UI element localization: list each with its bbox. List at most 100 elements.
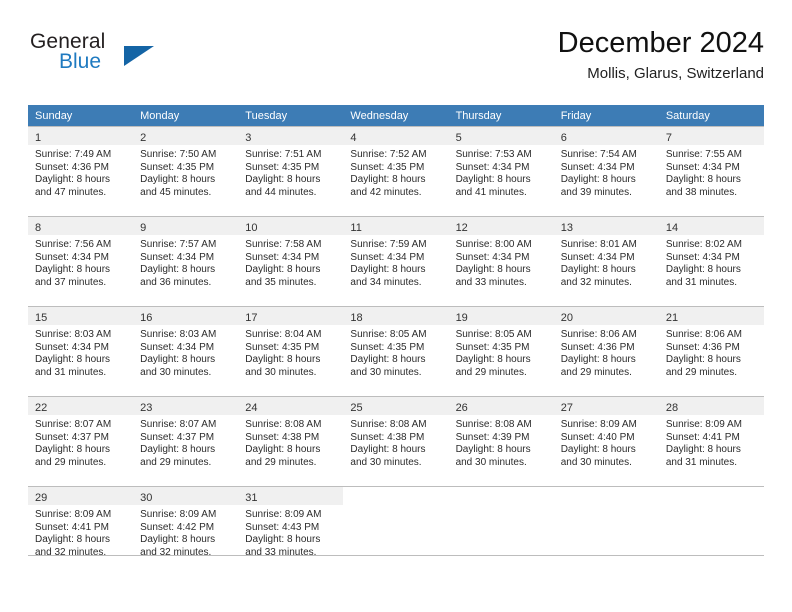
calendar-cell[interactable]: 25 Sunrise: 8:08 AM Sunset: 4:38 PM Dayligh… <box>343 396 449 486</box>
daylight-text-line2: and 41 minutes. <box>455 186 527 198</box>
calendar-cell[interactable]: 17 Sunrise: 8:04 AM Sunset: 4:35 PM Dayligh… <box>238 306 344 396</box>
day-details: Sunrise: 8:03 AM Sunset: 4:34 PM Daylight:… <box>133 325 238 379</box>
daylight-text-line1: Daylight: 8 hours <box>560 354 636 366</box>
day-details: Sunrise: 7:49 AM Sunset: 4:36 PM Daylight:… <box>28 145 133 199</box>
sunset-text: Sunset: 4:36 PM <box>665 341 740 353</box>
day-details: Sunrise: 7:55 AM Sunset: 4:34 PM Daylight:… <box>659 145 764 199</box>
day-number: 10 <box>245 222 258 234</box>
daylight-text-line1: Daylight: 8 hours <box>35 444 111 456</box>
calendar-cell[interactable]: 6 Sunrise: 7:54 AM Sunset: 4:34 PM Daylight… <box>553 126 659 216</box>
calendar-cell[interactable]: 15 Sunrise: 8:03 AM Sunset: 4:34 PM Dayligh… <box>28 306 134 396</box>
generalblue-logo[interactable]: General Blue <box>30 30 170 86</box>
daylight-text-line2: and 30 minutes. <box>140 366 212 378</box>
sunset-text: Sunset: 4:34 PM <box>140 341 215 353</box>
daylight-text-line2: and 33 minutes. <box>245 546 317 558</box>
daylight-text-line1: Daylight: 8 hours <box>35 174 111 186</box>
daylight-text-line2: and 29 minutes. <box>560 366 632 378</box>
daylight-text-line2: and 39 minutes. <box>560 186 632 198</box>
sunrise-text: Sunrise: 8:05 AM <box>350 329 427 340</box>
calendar-cell[interactable]: 21 Sunrise: 8:06 AM Sunset: 4:36 PM Dayligh… <box>658 306 764 396</box>
daylight-text-line1: Daylight: 8 hours <box>245 444 321 456</box>
day-number: 24 <box>245 402 258 414</box>
calendar-cell[interactable]: 31 Sunrise: 8:09 AM Sunset: 4:43 PM Dayligh… <box>238 486 344 576</box>
weekday-header-monday: Monday <box>133 105 239 126</box>
page-title: December 2024 <box>557 27 764 59</box>
day-number: 27 <box>560 402 573 414</box>
calendar-cell[interactable]: 30 Sunrise: 8:09 AM Sunset: 4:42 PM Dayligh… <box>133 486 239 576</box>
calendar-cell[interactable]: 28 Sunrise: 8:09 AM Sunset: 4:41 PM Dayligh… <box>658 396 764 486</box>
calendar-cell[interactable]: 29 Sunrise: 8:09 AM Sunset: 4:41 PM Dayligh… <box>28 486 134 576</box>
calendar-cell[interactable]: 7 Sunrise: 7:55 AM Sunset: 4:34 PM Daylight… <box>658 126 764 216</box>
day-number: 17 <box>245 312 258 324</box>
sunrise-text: Sunrise: 7:54 AM <box>560 149 637 160</box>
day-details: Sunrise: 7:52 AM Sunset: 4:35 PM Daylight:… <box>343 145 448 199</box>
page-subtitle: Mollis, Glarus, Switzerland <box>587 65 764 82</box>
calendar-cell[interactable]: 10 Sunrise: 7:58 AM Sunset: 4:34 PM Dayligh… <box>238 216 344 306</box>
daylight-text-line2: and 29 minutes. <box>140 456 212 468</box>
sunset-text: Sunset: 4:35 PM <box>140 161 215 173</box>
daylight-text-line1: Daylight: 8 hours <box>140 534 216 546</box>
daylight-text-line2: and 29 minutes. <box>35 456 107 468</box>
daylight-text-line1: Daylight: 8 hours <box>35 534 111 546</box>
weekday-header-thursday: Thursday <box>448 105 554 126</box>
daylight-text-line2: and 45 minutes. <box>140 186 212 198</box>
calendar-cell[interactable]: 2 Sunrise: 7:50 AM Sunset: 4:35 PM Daylight… <box>133 126 239 216</box>
sunrise-text: Sunrise: 8:08 AM <box>245 419 322 430</box>
calendar-cell[interactable]: 18 Sunrise: 8:05 AM Sunset: 4:35 PM Dayligh… <box>343 306 449 396</box>
sunset-text: Sunset: 4:34 PM <box>35 251 109 263</box>
day-number: 28 <box>665 402 679 414</box>
daylight-text-line1: Daylight: 8 hours <box>140 444 216 456</box>
day-details: Sunrise: 7:53 AM Sunset: 4:34 PM Daylight:… <box>449 145 554 199</box>
daylight-text-line1: Daylight: 8 hours <box>140 264 216 276</box>
calendar-page: General Blue December 2024 Mollis, Glaru… <box>0 0 792 612</box>
calendar-cell[interactable]: 9 Sunrise: 7:57 AM Sunset: 4:34 PM Daylight… <box>133 216 239 306</box>
calendar-cell[interactable]: 23 Sunrise: 8:07 AM Sunset: 4:37 PM Dayligh… <box>133 396 239 486</box>
daylight-text-line1: Daylight: 8 hours <box>665 264 741 276</box>
calendar-cell[interactable]: 27 Sunrise: 8:09 AM Sunset: 4:40 PM Dayligh… <box>553 396 659 486</box>
daylight-text-line2: and 29 minutes. <box>665 366 738 378</box>
calendar-cell[interactable]: 19 Sunrise: 8:05 AM Sunset: 4:35 PM Dayligh… <box>448 306 554 396</box>
calendar-cell[interactable]: 20 Sunrise: 8:06 AM Sunset: 4:36 PM Dayligh… <box>553 306 659 396</box>
day-number: 4 <box>350 132 357 144</box>
calendar-cell[interactable]: 1 Sunrise: 7:49 AM Sunset: 4:36 PM Daylight… <box>28 126 134 216</box>
calendar-cell[interactable]: 16 Sunrise: 8:03 AM Sunset: 4:34 PM Dayligh… <box>133 306 239 396</box>
day-details: Sunrise: 8:09 AM Sunset: 4:42 PM Daylight:… <box>133 505 238 559</box>
logo-triangle-icon <box>124 46 154 66</box>
daylight-text-line1: Daylight: 8 hours <box>245 174 321 186</box>
sunset-text: Sunset: 4:38 PM <box>350 431 425 443</box>
daylight-text-line1: Daylight: 8 hours <box>245 534 321 546</box>
weekday-header-friday: Friday <box>553 105 659 126</box>
day-number: 25 <box>350 402 363 414</box>
calendar-cell[interactable]: 14 Sunrise: 8:02 AM Sunset: 4:34 PM Dayligh… <box>658 216 764 306</box>
daylight-text-line1: Daylight: 8 hours <box>665 354 741 366</box>
daylight-text-line2: and 30 minutes. <box>560 456 632 468</box>
day-details: Sunrise: 7:54 AM Sunset: 4:34 PM Daylight:… <box>554 145 659 199</box>
day-details: Sunrise: 7:50 AM Sunset: 4:35 PM Daylight:… <box>133 145 238 199</box>
day-details: Sunrise: 8:09 AM Sunset: 4:40 PM Daylight:… <box>554 415 659 469</box>
day-details: Sunrise: 8:06 AM Sunset: 4:36 PM Daylight:… <box>659 325 764 379</box>
calendar-cell[interactable]: 8 Sunrise: 7:56 AM Sunset: 4:34 PM Daylight… <box>28 216 134 306</box>
day-number: 11 <box>350 222 362 234</box>
sunrise-text: Sunrise: 8:06 AM <box>665 329 742 340</box>
sunset-text: Sunset: 4:34 PM <box>245 251 320 263</box>
calendar-cell[interactable]: 5 Sunrise: 7:53 AM Sunset: 4:34 PM Daylight… <box>448 126 554 216</box>
day-number: 18 <box>350 312 363 324</box>
calendar-cell[interactable]: 3 Sunrise: 7:51 AM Sunset: 4:35 PM Daylight… <box>238 126 344 216</box>
daylight-text-line2: and 44 minutes. <box>245 186 317 198</box>
calendar-body: 1 Sunrise: 7:49 AM Sunset: 4:36 PM Daylight… <box>28 126 764 576</box>
calendar-bottom-border <box>28 555 764 556</box>
daylight-text-line2: and 34 minutes. <box>350 276 422 288</box>
sunrise-text: Sunrise: 8:03 AM <box>35 329 112 340</box>
daylight-text-line2: and 33 minutes. <box>455 276 527 288</box>
calendar-cell[interactable]: 24 Sunrise: 8:08 AM Sunset: 4:38 PM Dayligh… <box>238 396 344 486</box>
calendar-cell[interactable]: 11 Sunrise: 7:59 AM Sunset: 4:34 PM Dayligh… <box>343 216 449 306</box>
sunset-text: Sunset: 4:38 PM <box>245 431 320 443</box>
day-number: 5 <box>455 132 462 144</box>
calendar-cell[interactable]: 12 Sunrise: 8:00 AM Sunset: 4:34 PM Dayligh… <box>448 216 554 306</box>
calendar-cell[interactable]: 22 Sunrise: 8:07 AM Sunset: 4:37 PM Dayligh… <box>28 396 134 486</box>
sunset-text: Sunset: 4:35 PM <box>455 341 530 353</box>
calendar-cell[interactable]: 26 Sunrise: 8:08 AM Sunset: 4:39 PM Dayligh… <box>448 396 554 486</box>
calendar-cell[interactable]: 13 Sunrise: 8:01 AM Sunset: 4:34 PM Dayligh… <box>553 216 659 306</box>
calendar-cell[interactable]: 4 Sunrise: 7:52 AM Sunset: 4:35 PM Daylight… <box>343 126 449 216</box>
weekday-header-sunday: Sunday <box>28 105 134 126</box>
